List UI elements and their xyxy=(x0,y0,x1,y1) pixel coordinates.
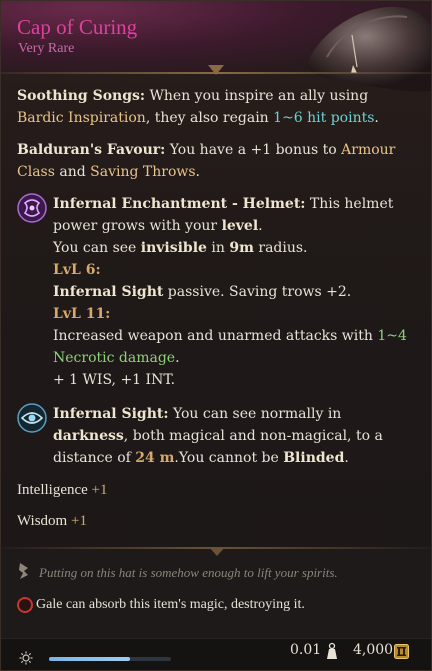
item-tooltip: Cap of Curing Very Rare Soothing Songs: … xyxy=(0,0,432,671)
weight-icon xyxy=(327,642,337,659)
dice-necrotic: 1~4 xyxy=(377,328,407,344)
keyword-distance: 24 m xyxy=(135,450,175,466)
light-slider[interactable] xyxy=(49,657,171,661)
quill-icon xyxy=(19,563,28,579)
keyword-necrotic-damage[interactable]: Necrotic damage xyxy=(53,350,175,366)
keyword-infernal-sight: Infernal Sight xyxy=(53,284,164,300)
sun-icon[interactable] xyxy=(19,651,33,665)
keyword-invisible: invisible xyxy=(140,240,207,256)
item-price: 4,000 xyxy=(353,642,394,658)
passive-name: Soothing Songs: xyxy=(17,88,146,104)
item-name: Cap of Curing xyxy=(17,15,138,39)
level-6-heading: LvL 6: xyxy=(53,262,101,278)
infernal-enchantment-effect: Infernal Enchantment - Helmet: This helm… xyxy=(17,193,417,391)
warning-absorb-icon xyxy=(17,597,33,613)
keyword-darkness[interactable]: darkness xyxy=(53,428,124,444)
light-slider-fill xyxy=(49,657,130,661)
eye-vision-icon xyxy=(17,403,47,433)
level-11-heading: LvL 11: xyxy=(53,306,111,322)
gold-coin-icon xyxy=(394,644,409,659)
soothing-songs-passive: Soothing Songs: When you inspire an ally… xyxy=(17,88,379,126)
stat-intelligence: Intelligence +1 xyxy=(17,482,108,498)
balduran-favour-passive: Balduran's Favour: You have a +1 bonus t… xyxy=(17,142,396,180)
keyword-bardic-inspiration[interactable]: Bardic Inspiration xyxy=(17,110,146,126)
item-rarity: Very Rare xyxy=(18,41,75,56)
infernal-sight-effect: Infernal Sight: You can see normally in … xyxy=(17,403,417,469)
infernal-rune-icon xyxy=(17,193,47,223)
effect-name: Infernal Enchantment - Helmet: xyxy=(53,196,306,212)
absorb-warning-text: Gale can absorb this item's magic, destr… xyxy=(36,597,305,612)
stat-bonus-text: + 1 WIS, +1 INT. xyxy=(53,372,176,388)
tooltip-body: Soothing Songs: When you inspire an ally… xyxy=(17,85,417,532)
item-weight: 0.01 xyxy=(290,642,322,658)
keyword-saving-throws[interactable]: Saving Throws xyxy=(90,164,195,180)
passive-name: Balduran's Favour: xyxy=(17,142,166,158)
flavor-text: Putting on this hat is somehow enough to… xyxy=(39,565,338,580)
keyword-level: level xyxy=(221,218,259,234)
effect-name: Infernal Sight: xyxy=(53,406,169,422)
dice-heal: 1~6 hit points xyxy=(273,110,375,126)
keyword-radius: 9m xyxy=(229,240,254,256)
stat-wisdom: Wisdom +1 xyxy=(17,513,87,529)
keyword-blinded[interactable]: Blinded xyxy=(283,450,344,466)
